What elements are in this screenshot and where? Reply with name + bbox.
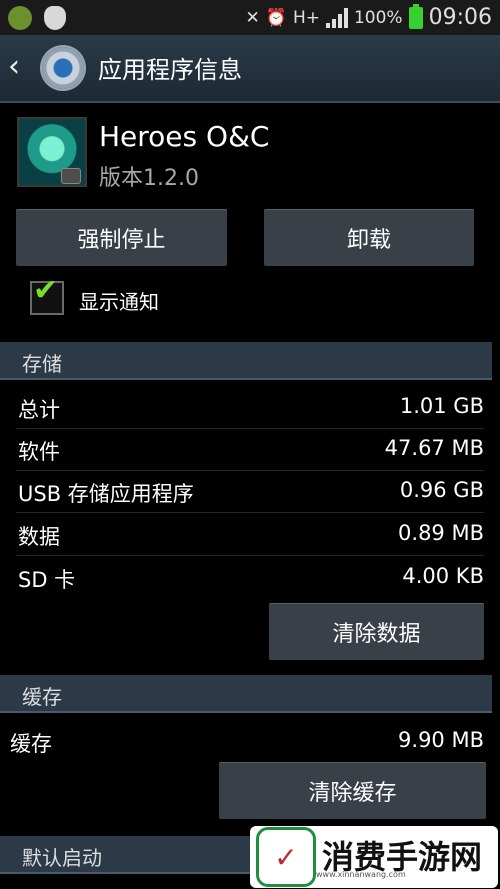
default-launch-header-label: 默认启动 [22,846,102,870]
watermark-url: www.xinnanwang.com [316,870,406,879]
row-label: 数据 [18,525,60,549]
title-bar: ‹ [0,35,500,103]
network-type: H+ [292,7,320,28]
row-value: 0.96 GB [399,478,484,502]
storage-row-sd: SD 卡 4.00 KB [16,556,484,598]
row-value: 4.00 KB [402,564,484,588]
row-label: 软件 [18,440,60,464]
cache-label: 缓存 [10,732,52,756]
qq-icon [44,6,66,30]
storage-header-label: 存储 [22,352,62,376]
row-label: USB 存储应用程序 [18,482,194,506]
cache-row: 缓存 9.90 MB [8,720,484,762]
row-value: 0.89 MB [398,521,484,545]
app-name: Heroes O&C [99,120,270,153]
clear-data-button[interactable]: 清除数据 [269,603,484,660]
status-indicators: ✕ ⏰ H+ 100% 09:06 [246,0,492,35]
row-value: 47.67 MB [384,436,484,460]
app-version: 版本1.2.0 [99,166,199,191]
watermark: ✓ 消费手游网 www.xinnanwang.com [250,826,498,888]
back-chevron-icon[interactable]: ‹ [8,52,28,83]
storage-row-usb: USB 存储应用程序 0.96 GB [16,470,484,513]
checkmark-icon: ✔ [33,273,59,308]
battery-percent: 100% [353,7,403,28]
cache-value: 9.90 MB [398,728,484,752]
storage-row-total: 总计 1.01 GB [16,386,484,429]
watermark-logo-icon: ✓ [256,827,316,887]
status-bar: ✕ ⏰ H+ 100% 09:06 [0,0,500,35]
storage-section-header: 存储 [0,342,492,380]
mute-icon: ✕ [245,7,260,28]
row-label: SD 卡 [18,568,76,592]
signal-icon [325,7,348,28]
clock: 09:06 [428,5,492,30]
uninstall-button[interactable]: 卸载 [264,209,474,266]
cache-header-label: 缓存 [22,685,62,709]
row-value: 1.01 GB [399,394,484,418]
notification-app-icon [8,6,32,30]
alarm-icon: ⏰ [265,7,287,28]
cache-section-header: 缓存 [0,675,492,713]
row-label: 总计 [18,398,60,422]
storage-row-app: 软件 47.67 MB [16,428,484,471]
settings-gear-icon[interactable] [42,47,84,89]
page-title: 应用程序信息 [98,56,242,84]
show-notifications-label: 显示通知 [79,290,159,314]
battery-icon [408,3,423,29]
force-stop-button[interactable]: 强制停止 [16,209,227,266]
gamepad-badge-icon [61,168,81,184]
clear-cache-button[interactable]: 清除缓存 [219,762,486,819]
storage-row-data: 数据 0.89 MB [16,513,484,556]
